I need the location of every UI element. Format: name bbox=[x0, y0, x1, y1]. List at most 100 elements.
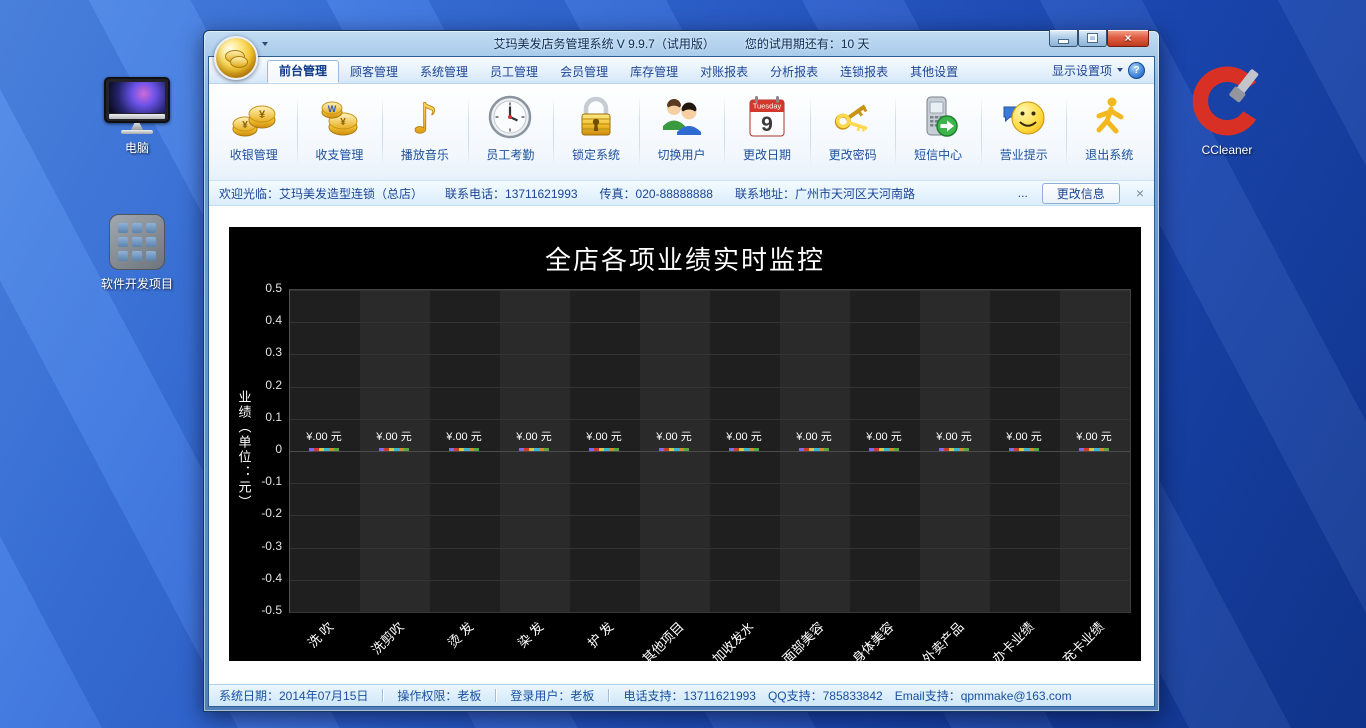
status-item-3: 电话支持：13711621993 QQ支持：785833842 Email支持：… bbox=[623, 687, 1071, 704]
x-category-label: 染 发 bbox=[513, 617, 547, 651]
edit-info-button[interactable]: 更改信息 bbox=[1042, 183, 1120, 204]
toolbar-button-label: 切换用户 bbox=[658, 146, 706, 163]
tab-strip: 前台管理顾客管理系统管理员工管理会员管理库存管理对账报表分析报表连锁报表其他设置… bbox=[209, 57, 1154, 84]
x-category-label: 洗剪吹 bbox=[366, 617, 407, 658]
panel-close-icon[interactable]: × bbox=[1136, 186, 1144, 200]
desktop-icon-label: 软件开发项目 bbox=[92, 275, 182, 292]
x-category-label: 烫 发 bbox=[443, 617, 477, 651]
gridline bbox=[290, 451, 1130, 452]
toolbar-button-switch-user[interactable]: 切换用户 bbox=[639, 85, 725, 179]
exit-figure-icon bbox=[1085, 88, 1133, 145]
gridline bbox=[290, 483, 1130, 484]
coins-w-icon: ¥ W bbox=[315, 88, 363, 145]
toolbar-button-attendance[interactable]: 员工考勤 bbox=[468, 85, 554, 179]
toolbar-button-lock[interactable]: 锁定系统 bbox=[553, 85, 639, 179]
window-titlebar[interactable]: 艾玛美发店务管理系统 V 9.9.7（试用版） 您的试用期还有：10 天 × bbox=[208, 31, 1155, 56]
minimize-button[interactable] bbox=[1049, 30, 1078, 47]
y-tick-label: 0.3 bbox=[265, 345, 282, 359]
gridline bbox=[290, 548, 1130, 549]
x-category-label: 面部美容 bbox=[777, 617, 827, 667]
svg-text:¥: ¥ bbox=[259, 109, 266, 121]
toolbar-button-label: 退出系统 bbox=[1085, 146, 1133, 163]
tab-3[interactable]: 员工管理 bbox=[479, 62, 549, 83]
toolbar-button-cashier[interactable]: ¥ ¥ 收银管理 bbox=[211, 85, 297, 179]
coin-icon bbox=[230, 56, 248, 68]
toolbar-button-music[interactable]: ♪ 播放音乐 bbox=[382, 85, 468, 179]
maximize-button[interactable] bbox=[1078, 30, 1107, 47]
toolbar-button-label: 锁定系统 bbox=[572, 146, 620, 163]
chart-x-axis: 洗 吹洗剪吹烫 发染 发护 发其他项目加收发水面部美容身体美容外卖产品办卡业绩充… bbox=[289, 617, 1129, 679]
status-item-0: 系统日期：2014年07月15日 bbox=[219, 687, 368, 704]
y-tick-label: -0.5 bbox=[261, 603, 282, 617]
x-category-label: 加收发水 bbox=[707, 617, 757, 667]
display-settings-label[interactable]: 显示设置项 bbox=[1052, 62, 1112, 79]
app-menu-button[interactable] bbox=[214, 36, 258, 80]
chart-y-axis: 0.50.40.30.20.10-0.1-0.2-0.3-0.4-0.5 bbox=[229, 227, 286, 661]
gridline bbox=[290, 290, 1130, 291]
y-tick-label: -0.3 bbox=[261, 539, 282, 553]
status-item-1: 操作权限：老板 bbox=[397, 687, 481, 704]
window-body: 前台管理顾客管理系统管理员工管理会员管理库存管理对账报表分析报表连锁报表其他设置… bbox=[208, 56, 1155, 707]
desktop-icon-dev-projects[interactable]: 软件开发项目 bbox=[92, 206, 182, 292]
music-note-icon: ♪ bbox=[401, 88, 449, 145]
tabs-right-area: 显示设置项 ? bbox=[1052, 57, 1154, 83]
toolbar-button-label: 收支管理 bbox=[315, 146, 363, 163]
lock-icon bbox=[572, 88, 620, 145]
desktop-background: 电脑 软件开发项目 CCleaner 艾玛美发店务管理系统 V 9.9.7（试用… bbox=[0, 0, 1366, 728]
tab-0[interactable]: 前台管理 bbox=[267, 60, 339, 83]
toolbar-button-business-tips[interactable]: 营业提示 bbox=[981, 85, 1067, 179]
gold-coins-icon: ¥ ¥ bbox=[230, 88, 278, 145]
desktop-icon-label: CCleaner bbox=[1182, 143, 1272, 157]
contact-phone-text: 联系电话：13711621993 bbox=[445, 185, 578, 202]
gridline bbox=[290, 612, 1130, 613]
maximize-icon bbox=[1088, 34, 1097, 42]
status-separator bbox=[495, 689, 496, 702]
tab-9[interactable]: 其他设置 bbox=[899, 62, 969, 83]
window-controls: × bbox=[1049, 30, 1149, 47]
y-tick-label: -0.1 bbox=[261, 474, 282, 488]
toolbar-button-change-date[interactable]: Tuesday 9 更改日期 bbox=[724, 85, 810, 179]
x-category-label: 充卡业绩 bbox=[1057, 617, 1107, 667]
tab-4[interactable]: 会员管理 bbox=[549, 62, 619, 83]
tab-5[interactable]: 库存管理 bbox=[619, 62, 689, 83]
chevron-down-icon[interactable] bbox=[1117, 68, 1123, 72]
calendar-weekday: Tuesday bbox=[753, 101, 782, 110]
x-category-label: 其他项目 bbox=[637, 617, 687, 667]
chevron-down-icon[interactable] bbox=[262, 42, 268, 46]
tab-8[interactable]: 连锁报表 bbox=[829, 62, 899, 83]
performance-chart: 全店各项业绩实时监控 业绩（单位：元） 0.50.40.30.20.10-0.1… bbox=[229, 227, 1141, 661]
tab-2[interactable]: 系统管理 bbox=[409, 62, 479, 83]
help-icon[interactable]: ? bbox=[1128, 62, 1145, 79]
toolbar-button-label: 营业提示 bbox=[1000, 146, 1048, 163]
welcome-text: 欢迎光临：艾玛美发造型连锁（总店） bbox=[219, 185, 423, 202]
phone-sms-icon bbox=[914, 88, 962, 145]
close-icon: × bbox=[1124, 31, 1131, 45]
toolbar-button-change-password[interactable]: 更改密码 bbox=[810, 85, 896, 179]
desktop-icon-label: 电脑 bbox=[92, 139, 182, 156]
svg-text:¥: ¥ bbox=[341, 117, 347, 128]
y-tick-label: 0.2 bbox=[265, 378, 282, 392]
info-bar: 欢迎光临：艾玛美发造型连锁（总店） 联系电话：13711621993 传真：02… bbox=[209, 181, 1154, 206]
two-users-icon bbox=[658, 88, 706, 145]
desktop-icon-computer[interactable]: 电脑 bbox=[92, 70, 182, 156]
toolbar-button-income-expense[interactable]: ¥ W 收支管理 bbox=[297, 85, 383, 179]
main-content: 全店各项业绩实时监控 业绩（单位：元） 0.50.40.30.20.10-0.1… bbox=[209, 206, 1154, 684]
y-tick-label: -0.2 bbox=[261, 506, 282, 520]
status-separator bbox=[608, 689, 609, 702]
toolbar-button-label: 员工考勤 bbox=[486, 146, 534, 163]
tab-7[interactable]: 分析报表 bbox=[759, 62, 829, 83]
gridline bbox=[290, 515, 1130, 516]
x-category-label: 办卡业绩 bbox=[987, 617, 1037, 667]
toolbar-button-exit[interactable]: 退出系统 bbox=[1066, 85, 1152, 179]
status-item-2: 登录用户：老板 bbox=[510, 687, 594, 704]
y-tick-label: -0.4 bbox=[261, 571, 282, 585]
toolbar-button-label: 短信中心 bbox=[914, 146, 962, 163]
toolbar-button-sms-center[interactable]: 短信中心 bbox=[895, 85, 981, 179]
tab-6[interactable]: 对账报表 bbox=[689, 62, 759, 83]
tab-1[interactable]: 顾客管理 bbox=[339, 62, 409, 83]
desktop-icon-ccleaner[interactable]: CCleaner bbox=[1182, 62, 1272, 157]
keys-icon bbox=[829, 88, 877, 145]
computer-icon bbox=[92, 70, 182, 134]
close-button[interactable]: × bbox=[1107, 30, 1149, 47]
trial-period-text: 您的试用期还有：10 天 bbox=[745, 35, 870, 52]
